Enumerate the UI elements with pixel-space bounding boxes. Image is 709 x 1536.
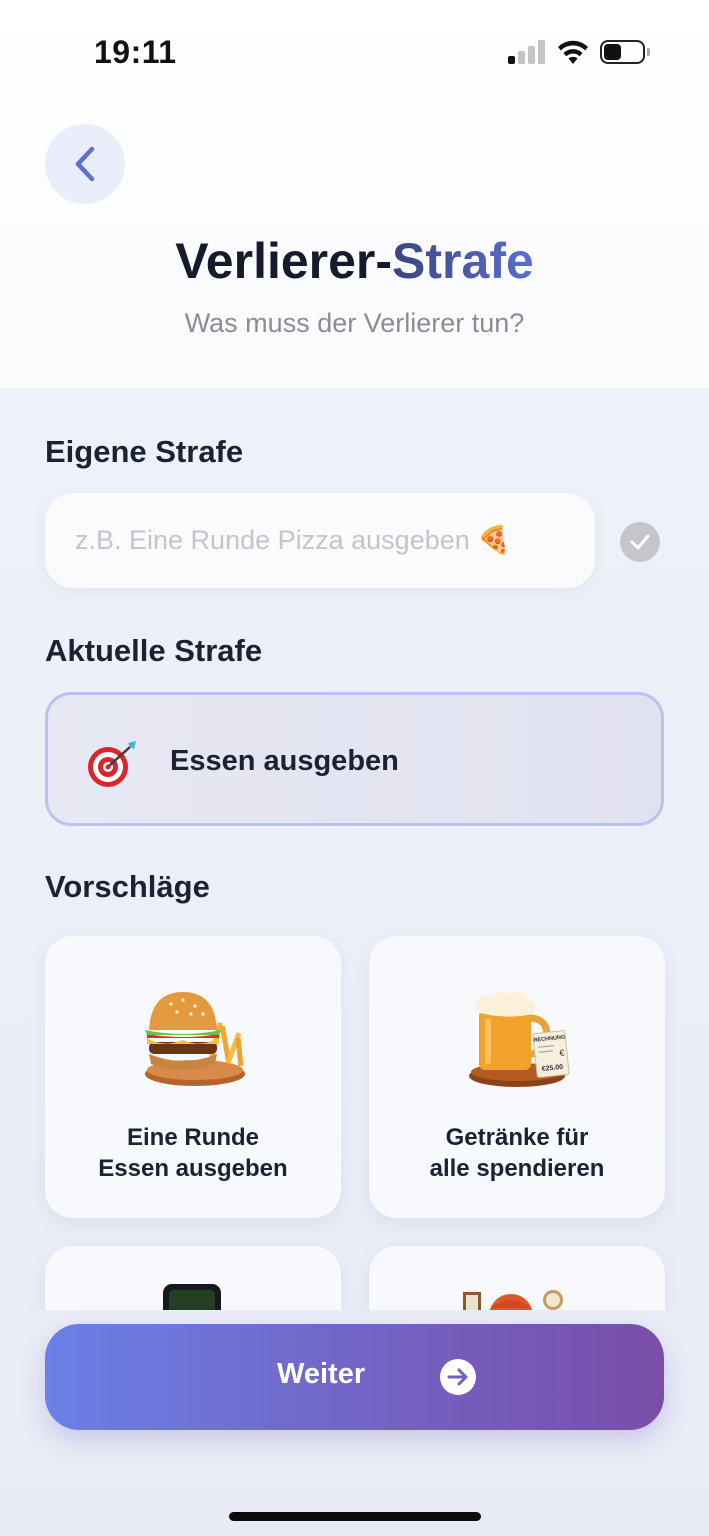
- page-title-main: Verlierer-: [175, 233, 393, 289]
- custom-penalty-input[interactable]: [45, 493, 595, 588]
- page-subtitle: Was muss der Verlierer tun?: [184, 308, 525, 338]
- svg-text:€: €: [559, 1048, 565, 1058]
- checkmark-icon: [630, 534, 650, 550]
- custom-penalty-label: Eigene Strafe: [45, 434, 244, 469]
- continue-button[interactable]: Weiter: [45, 1324, 664, 1430]
- current-penalty-label: Aktuelle Strafe: [45, 633, 263, 668]
- suggestion-card-drinks[interactable]: RECHNUNG € €25.00 Getränke für alle spen…: [369, 936, 665, 1218]
- home-indicator[interactable]: [229, 1512, 481, 1521]
- custom-penalty-field-wrap: [45, 493, 595, 588]
- continue-button-label: Weiter: [277, 1358, 366, 1390]
- cellular-signal-icon: [508, 40, 546, 64]
- suggestions-grid: Eine Runde Essen ausgeben RECHNUNG € €25…: [0, 920, 709, 1310]
- suggestion-line1: Getränke für: [445, 1124, 589, 1151]
- confirm-penalty-button[interactable]: [620, 522, 660, 562]
- status-time: 19:11: [94, 34, 177, 70]
- phone-icon: [163, 1284, 221, 1310]
- chevron-left-icon: [75, 146, 95, 182]
- current-penalty-text: Essen ausgeben: [170, 745, 399, 777]
- suggestion-card-food[interactable]: Eine Runde Essen ausgeben: [45, 936, 341, 1218]
- suggestions-label: Vorschläge: [45, 869, 210, 904]
- suggestion-label-drinks: Getränke für alle spendieren: [369, 1122, 665, 1184]
- page-title-accent: Strafe: [392, 233, 534, 289]
- suggestion-line2: alle spendieren: [429, 1155, 605, 1182]
- page-title: Verlierer-Strafe: [0, 232, 709, 290]
- current-penalty-card[interactable]: Essen ausgeben: [45, 692, 664, 826]
- target-dart-icon: [88, 741, 136, 787]
- suggestion-card-phone[interactable]: [45, 1246, 341, 1310]
- status-bar: 19:11: [0, 0, 709, 100]
- arrow-right-icon: [440, 1359, 476, 1395]
- beer-receipt-icon: RECHNUNG € €25.00: [469, 991, 570, 1087]
- header: 19:11 Verlierer-Strafe Was muss der Verl…: [0, 0, 709, 388]
- battery-icon: [600, 40, 650, 64]
- wifi-icon: [558, 40, 588, 64]
- back-button[interactable]: [45, 124, 125, 204]
- suggestion-line1: Eine Runde: [126, 1124, 259, 1151]
- burger-fries-icon: [145, 992, 245, 1086]
- suggestion-card-mascot[interactable]: [369, 1246, 665, 1310]
- suggestion-label-food: Eine Runde Essen ausgeben: [45, 1122, 341, 1184]
- suggestion-line2: Essen ausgeben: [98, 1155, 288, 1182]
- screen: 19:11 Verlierer-Strafe Was muss der Verl…: [0, 0, 709, 1536]
- mascot-icon: [463, 1290, 563, 1310]
